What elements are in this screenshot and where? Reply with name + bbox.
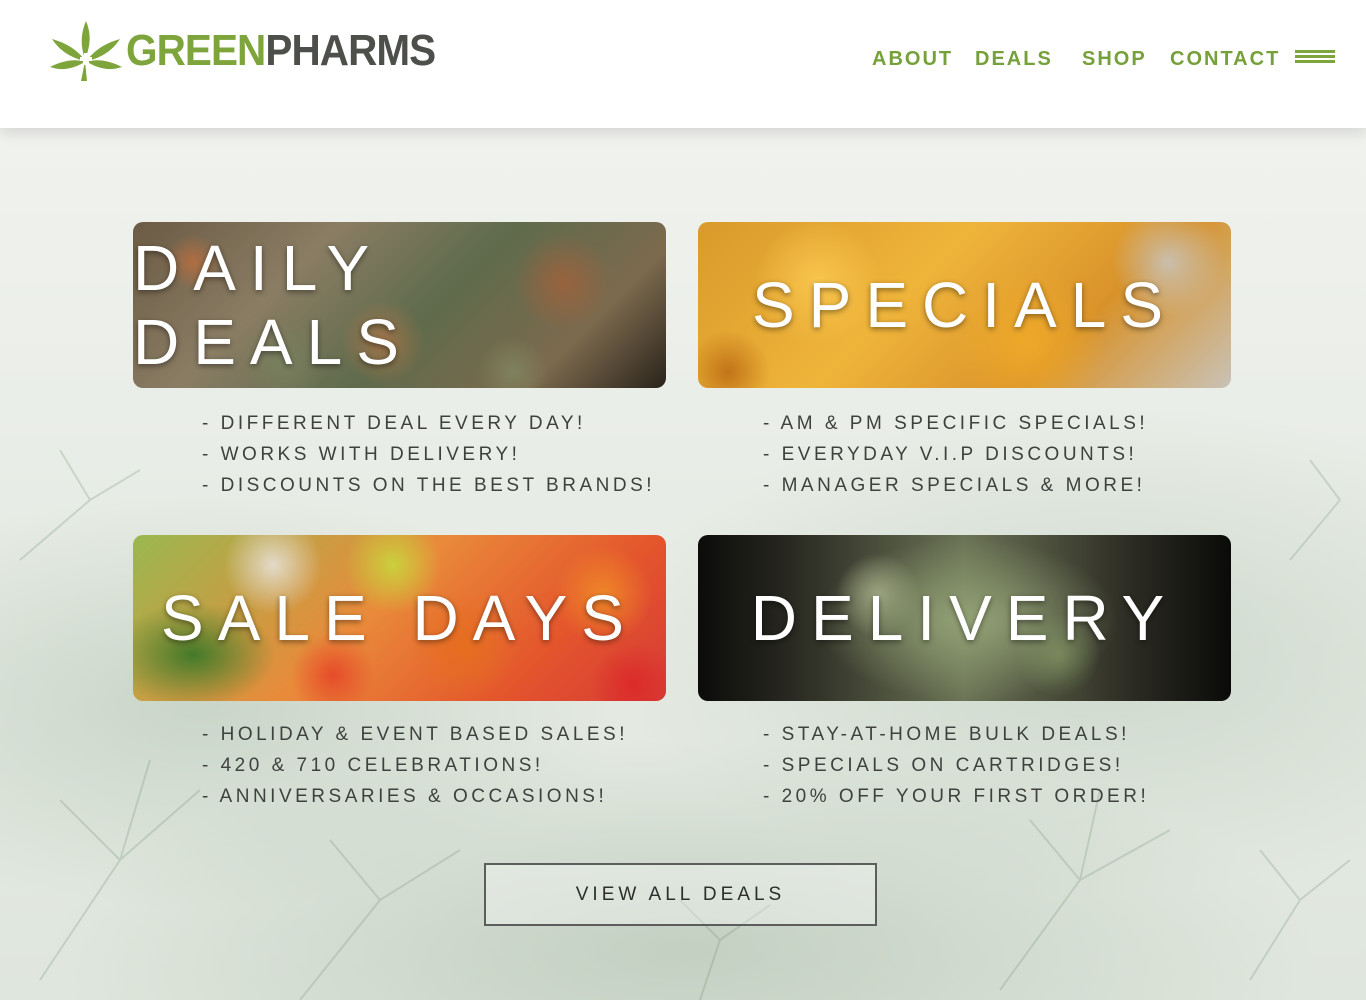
delivery-card[interactable]: DELIVERY [698, 535, 1231, 701]
card-title: SALE DAYS [161, 582, 638, 654]
delivery-bullets: - STAY-AT-HOME BULK DEALS! - SPECIALS ON… [763, 719, 1149, 812]
specials-bullets: - AM & PM SPECIFIC SPECIALS! - EVERYDAY … [763, 408, 1148, 501]
list-item: - 20% OFF YOUR FIRST ORDER! [763, 786, 1150, 807]
list-item: - AM & PM SPECIFIC SPECIALS! [763, 413, 1149, 434]
card-title: DELIVERY [750, 582, 1179, 654]
list-item: - ANNIVERSARIES & OCCASIONS! [202, 786, 608, 807]
list-item: - HOLIDAY & EVENT BASED SALES! [202, 724, 629, 745]
list-item: - STAY-AT-HOME BULK DEALS! [763, 724, 1130, 745]
nav-deals[interactable]: DEALS [975, 45, 1053, 73]
daily-deals-card[interactable]: DAILY DEALS [133, 222, 666, 388]
main-nav: ABOUT DEALS SHOP CONTACT [0, 45, 1366, 73]
nav-shop[interactable]: SHOP [1082, 45, 1147, 73]
list-item: - MANAGER SPECIALS & MORE! [763, 475, 1146, 496]
nav-about[interactable]: ABOUT [872, 45, 953, 73]
card-title: SPECIALS [751, 269, 1178, 341]
daily-deals-bullets: - DIFFERENT DEAL EVERY DAY! - WORKS WITH… [202, 408, 655, 501]
list-item: - 420 & 710 CELEBRATIONS! [202, 755, 544, 776]
list-item: - DISCOUNTS ON THE BEST BRANDS! [202, 475, 656, 496]
sale-days-card[interactable]: SALE DAYS [133, 535, 666, 701]
hamburger-menu-icon[interactable] [1295, 50, 1335, 66]
list-item: - WORKS WITH DELIVERY! [202, 444, 521, 465]
list-item: - EVERYDAY V.I.P DISCOUNTS! [763, 444, 1138, 465]
specials-card[interactable]: SPECIALS [698, 222, 1231, 388]
list-item: - DIFFERENT DEAL EVERY DAY! [202, 413, 586, 434]
site-header: GREENPHARMS ABOUT DEALS SHOP CONTACT [0, 0, 1366, 128]
sale-days-bullets: - HOLIDAY & EVENT BASED SALES! - 420 & 7… [202, 719, 628, 812]
nav-contact[interactable]: CONTACT [1170, 45, 1280, 73]
card-title: DAILY DEALS [133, 232, 413, 378]
view-all-deals-button[interactable]: VIEW ALL DEALS [484, 863, 877, 926]
list-item: - SPECIALS ON CARTRIDGES! [763, 755, 1124, 776]
